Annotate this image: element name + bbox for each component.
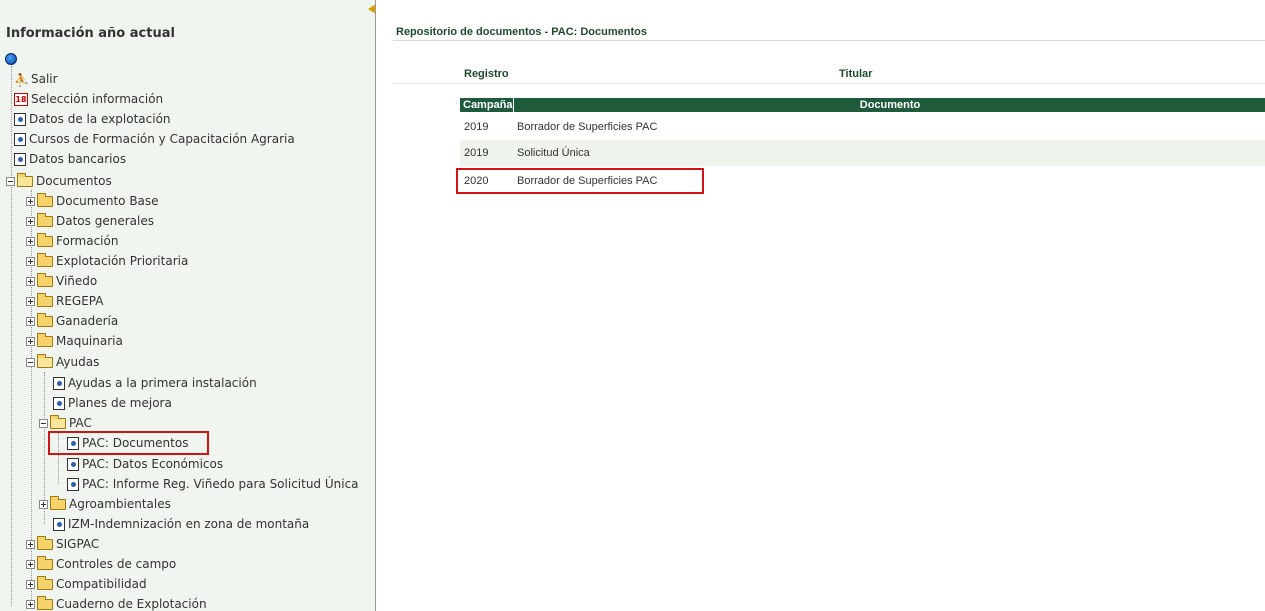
navigation-tree-panel: Información año actual ⛹ Salir 18 Selecció… xyxy=(0,0,375,611)
expand-toggle-icon[interactable] xyxy=(26,560,35,569)
sidebar-item-ganaderia[interactable]: Ganadería xyxy=(26,312,118,330)
campana-cell: 2019 xyxy=(464,121,489,133)
registro-header-row: Registro Titular xyxy=(393,62,1265,84)
sidebar-item-cursos-formacion[interactable]: Cursos de Formación y Capacitación Agrar… xyxy=(14,130,295,148)
sidebar-item-salir[interactable]: ⛹ Salir xyxy=(14,70,58,88)
sidebar-item-formacion[interactable]: Formación xyxy=(26,232,118,250)
titular-header: Titular xyxy=(839,68,873,80)
sidebar-item-primera-instalacion[interactable]: Ayudas a la primera instalación xyxy=(53,374,257,392)
collapse-panel-arrow-icon[interactable] xyxy=(368,4,375,14)
expand-toggle-icon[interactable] xyxy=(26,297,35,306)
panel-title: Información año actual xyxy=(6,26,175,41)
document-icon xyxy=(67,478,79,491)
expand-toggle-icon[interactable] xyxy=(26,337,35,346)
sidebar-item-compatibilidad[interactable]: Compatibilidad xyxy=(26,575,147,593)
registro-header: Registro xyxy=(464,68,509,80)
tree-guide-line xyxy=(11,66,12,606)
sidebar-item-pac-documentos[interactable]: PAC: Documentos xyxy=(67,434,188,452)
document-link[interactable]: Borrador de Superficies PAC xyxy=(517,175,657,187)
table-row[interactable]: 2019 Borrador de Superficies PAC xyxy=(460,114,1265,140)
document-icon xyxy=(67,437,79,450)
document-icon xyxy=(14,133,26,146)
sidebar-item-pac[interactable]: PAC xyxy=(39,414,92,432)
folder-icon xyxy=(37,333,53,347)
column-header-campana: Campaña xyxy=(460,98,514,112)
page-title: Repositorio de documentos - PAC: Documen… xyxy=(396,26,647,38)
campana-cell: 2020 xyxy=(464,175,489,187)
document-icon xyxy=(14,113,26,126)
document-icon xyxy=(53,518,65,531)
folder-icon xyxy=(50,496,66,510)
open-folder-icon xyxy=(37,354,53,368)
sidebar-item-datos-explotacion[interactable]: Datos de la explotación xyxy=(14,110,171,128)
sidebar-item-explotacion-prioritaria[interactable]: Explotación Prioritaria xyxy=(26,252,188,270)
expand-toggle-icon[interactable] xyxy=(26,277,35,286)
sidebar-item-datos-generales[interactable]: Datos generales xyxy=(26,212,154,230)
expand-toggle-icon[interactable] xyxy=(26,217,35,226)
document-icon xyxy=(14,153,26,166)
document-link[interactable]: Solicitud Única xyxy=(517,147,590,159)
title-divider xyxy=(393,40,1265,41)
expand-toggle-icon[interactable] xyxy=(26,197,35,206)
open-folder-icon xyxy=(17,173,33,187)
panel-divider[interactable] xyxy=(375,0,376,611)
expand-toggle-icon[interactable] xyxy=(26,317,35,326)
sidebar-item-regepa[interactable]: REGEPA xyxy=(26,292,103,310)
expand-toggle-icon[interactable] xyxy=(39,500,48,509)
collapse-toggle-icon[interactable] xyxy=(39,419,48,428)
sidebar-item-controles-campo[interactable]: Controles de campo xyxy=(26,555,176,573)
expand-toggle-icon[interactable] xyxy=(26,580,35,589)
expand-toggle-icon[interactable] xyxy=(26,600,35,609)
tree-guide-line xyxy=(58,432,59,484)
document-icon xyxy=(53,377,65,390)
globe-icon xyxy=(5,53,17,65)
folder-icon xyxy=(37,213,53,227)
document-icon xyxy=(53,397,65,410)
collapse-toggle-icon[interactable] xyxy=(26,358,35,367)
folder-icon xyxy=(37,556,53,570)
campana-cell: 2019 xyxy=(464,147,489,159)
expand-toggle-icon[interactable] xyxy=(26,540,35,549)
folder-icon xyxy=(37,233,53,247)
folder-icon xyxy=(37,576,53,590)
collapse-toggle-icon[interactable] xyxy=(6,177,15,186)
sidebar-item-pac-datos-economicos[interactable]: PAC: Datos Económicos xyxy=(67,455,223,473)
sidebar-item-maquinaria[interactable]: Maquinaria xyxy=(26,332,123,350)
folder-icon xyxy=(37,596,53,610)
sidebar-item-vinedo[interactable]: Viñedo xyxy=(26,272,97,290)
sidebar-item-pac-informe-vinedo[interactable]: PAC: Informe Reg. Viñedo para Solicitud … xyxy=(67,475,359,493)
expand-toggle-icon[interactable] xyxy=(26,257,35,266)
sidebar-item-ayudas[interactable]: Ayudas xyxy=(26,353,99,371)
open-folder-icon xyxy=(50,415,66,429)
folder-icon xyxy=(37,536,53,550)
folder-icon xyxy=(37,193,53,207)
expand-toggle-icon[interactable] xyxy=(26,237,35,246)
document-icon xyxy=(67,458,79,471)
exit-running-man-icon: ⛹ xyxy=(14,72,29,87)
table-row[interactable]: 2020 Borrador de Superficies PAC xyxy=(460,168,1265,194)
documents-table-header: Campaña Documento xyxy=(460,98,1265,112)
calendar-selection-icon: 18 xyxy=(14,93,28,106)
sidebar-item-planes-mejora[interactable]: Planes de mejora xyxy=(53,394,172,412)
sidebar-item-agroambientales[interactable]: Agroambientales xyxy=(39,495,171,513)
sidebar-item-documentos[interactable]: Documentos xyxy=(6,172,112,190)
folder-icon xyxy=(37,273,53,287)
sidebar-item-datos-bancarios[interactable]: Datos bancarios xyxy=(14,150,126,168)
sidebar-item-documento-base[interactable]: Documento Base xyxy=(26,192,159,210)
sidebar-item-sigpac[interactable]: SIGPAC xyxy=(26,535,99,553)
sidebar-item-cuaderno-explotacion[interactable]: Cuaderno de Explotación xyxy=(26,595,207,611)
folder-icon xyxy=(37,293,53,307)
folder-icon xyxy=(37,313,53,327)
sidebar-item-izm[interactable]: IZM-Indemnización en zona de montaña xyxy=(53,515,309,533)
sidebar-item-seleccion-informacion[interactable]: 18 Selección información xyxy=(14,90,163,108)
folder-icon xyxy=(37,253,53,267)
document-link[interactable]: Borrador de Superficies PAC xyxy=(517,121,657,133)
column-header-documento: Documento xyxy=(859,99,921,111)
table-row[interactable]: 2019 Solicitud Única xyxy=(460,140,1265,166)
